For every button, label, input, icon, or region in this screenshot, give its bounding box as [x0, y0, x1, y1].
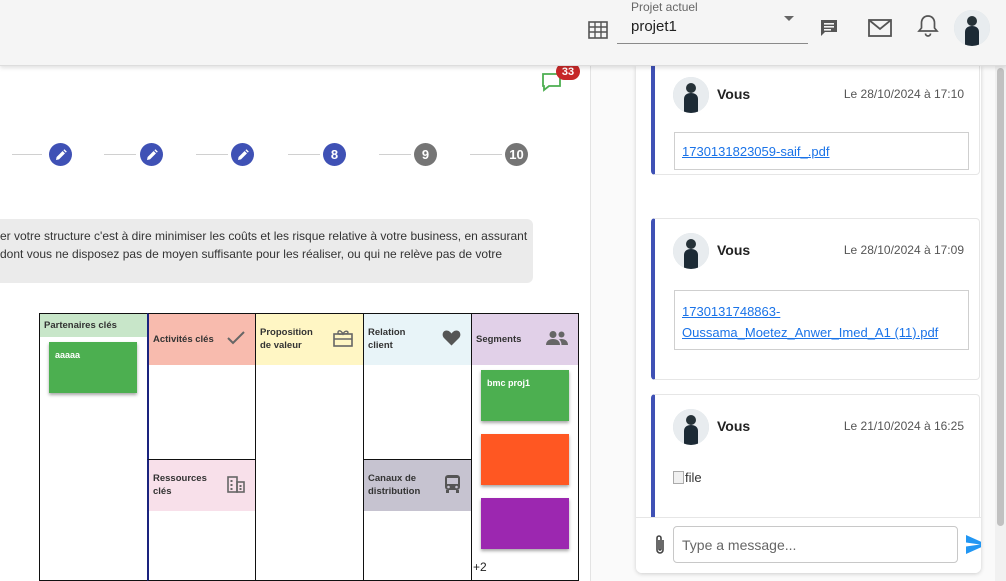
- step-8[interactable]: 8: [323, 143, 346, 166]
- relation-block[interactable]: Relation client: [363, 313, 472, 461]
- step-10[interactable]: 10: [505, 143, 528, 166]
- scrollbar-thumb[interactable]: [997, 68, 1004, 526]
- description-line-1: er votre structure c'est à dire minimise…: [0, 229, 528, 243]
- group-icon: [546, 330, 568, 350]
- send-icon[interactable]: [966, 535, 981, 559]
- sticky-note-text: aaaaa: [55, 350, 81, 360]
- chat-message: Vous Le 28/10/2024 à 17:09 1730131748863…: [651, 218, 980, 380]
- pencil-icon: [237, 148, 249, 160]
- step-7b[interactable]: [231, 143, 254, 166]
- file-link-line-1[interactable]: 1730131748863-: [682, 304, 780, 319]
- partners-block[interactable]: Partenaires clés aaaaa: [39, 313, 148, 581]
- broken-image-icon: [673, 471, 684, 484]
- scrollbar[interactable]: [995, 66, 1006, 581]
- segments-header: Segments: [472, 314, 578, 365]
- channels-header: Canaux de distribution: [364, 460, 471, 511]
- pencil-icon: [55, 148, 67, 160]
- step-connector: [470, 154, 502, 155]
- chat-message: Vous Le 21/10/2024 à 16:25 file: [651, 394, 980, 534]
- file-link-line-2[interactable]: Oussama_Moetez_Anwer_Imed_A1 (11).pdf: [682, 325, 938, 340]
- sticky-note-text: bmc proj1: [487, 378, 531, 388]
- caret-down-icon: [784, 16, 794, 21]
- message-time: Le 21/10/2024 à 16:25: [843, 419, 964, 433]
- message-author: Vous: [717, 86, 751, 102]
- chat-message: Vous Le 28/10/2024 à 17:10 1730131823059…: [651, 66, 980, 175]
- message-input[interactable]: [673, 526, 958, 563]
- more-notes-count[interactable]: +2: [473, 560, 487, 574]
- resources-header: Ressources clés: [149, 460, 255, 511]
- segments-title: Segments: [476, 334, 522, 345]
- sticky-note[interactable]: [481, 434, 569, 485]
- partners-title: Partenaires clés: [44, 320, 117, 331]
- avatar: [673, 409, 709, 445]
- message-author: Vous: [717, 418, 751, 434]
- file-link[interactable]: 1730131823059-saif_.pdf: [682, 144, 829, 159]
- attach-icon[interactable]: [654, 534, 666, 561]
- bell-icon[interactable]: [916, 13, 940, 39]
- building-icon: [227, 475, 245, 497]
- table-icon[interactable]: [587, 19, 609, 41]
- check-icon: [227, 330, 245, 349]
- step-7[interactable]: [140, 143, 163, 166]
- step-6[interactable]: [49, 143, 72, 166]
- avatar: [673, 233, 709, 269]
- step-connector: [379, 154, 411, 155]
- step-description: er votre structure c'est à dire minimise…: [0, 219, 533, 283]
- bus-icon: [444, 474, 461, 498]
- image-alt-text: file: [685, 470, 702, 485]
- sticky-note[interactable]: [481, 498, 569, 549]
- avatar: [673, 77, 709, 113]
- value-header: Proposition de valeur: [256, 314, 363, 365]
- mail-icon[interactable]: [868, 17, 892, 39]
- chat-input-bar: [636, 517, 981, 573]
- file-attachment[interactable]: 1730131823059-saif_.pdf: [674, 132, 969, 170]
- value-block[interactable]: Proposition de valeur: [255, 313, 364, 581]
- relation-header: Relation client: [364, 314, 471, 365]
- step-connector: [288, 154, 320, 155]
- message-time: Le 28/10/2024 à 17:10: [843, 87, 964, 101]
- channels-block[interactable]: Canaux de distribution: [363, 459, 472, 581]
- heart-icon: [442, 329, 461, 350]
- pencil-icon: [146, 148, 158, 160]
- resources-block[interactable]: Ressources clés: [147, 459, 256, 581]
- partners-header: Partenaires clés: [40, 314, 147, 337]
- description-line-2: dont vous ne disposez pas de moyen suffi…: [0, 247, 503, 261]
- business-model-canvas: Partenaires clés aaaaa Activités clés Re…: [39, 313, 579, 581]
- project-select-value: projet1: [631, 18, 677, 35]
- image-attachment[interactable]: file: [673, 470, 702, 485]
- gift-icon: [333, 329, 353, 351]
- step-9[interactable]: 9: [414, 143, 437, 166]
- project-select[interactable]: Projet actuel projet1: [617, 0, 808, 44]
- activities-header: Activités clés: [149, 314, 255, 365]
- message-time: Le 28/10/2024 à 17:09: [843, 243, 964, 257]
- avatar[interactable]: [954, 10, 990, 46]
- step-connector: [196, 154, 228, 155]
- chat-icon[interactable]: [818, 17, 840, 39]
- segments-block[interactable]: Segments bmc proj1 +2: [471, 313, 579, 581]
- sticky-note[interactable]: bmc proj1: [481, 370, 569, 421]
- file-attachment[interactable]: 1730131748863- Oussama_Moetez_Anwer_Imed…: [674, 290, 969, 350]
- activities-block[interactable]: Activités clés: [147, 313, 256, 461]
- step-connector: [104, 154, 136, 155]
- project-select-label: Projet actuel: [631, 0, 698, 14]
- sticky-note[interactable]: aaaaa: [49, 342, 137, 393]
- top-bar: Projet actuel projet1: [0, 0, 1006, 66]
- step-connector: [12, 154, 42, 155]
- chat-panel: Vous Le 28/10/2024 à 17:10 1730131823059…: [636, 66, 981, 573]
- message-author: Vous: [717, 242, 751, 258]
- activities-title: Activités clés: [153, 334, 214, 345]
